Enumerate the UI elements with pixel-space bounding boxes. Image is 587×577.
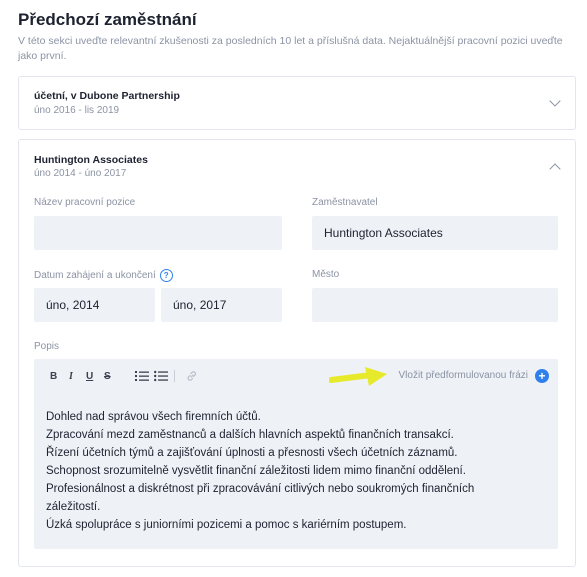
description-label: Popis (34, 341, 60, 352)
job-title: účetní, v Dubone Partnership (34, 90, 180, 102)
city-label: Město (312, 269, 340, 280)
description-text[interactable]: Dohled nad správou všech firemních účtů.… (46, 408, 474, 534)
employer-label: Zaměstnavatel (312, 197, 378, 208)
end-date-input[interactable]: úno, 2017 (161, 288, 282, 322)
description-line: Úzká spolupráce s juniorními pozicemi a … (46, 519, 407, 531)
position-label: Název pracovní pozice (34, 197, 136, 208)
insert-phrase-link[interactable]: Vložit předformulovanou frázi (398, 370, 528, 381)
underline-button[interactable]: U (86, 371, 93, 382)
description-line: Řízení účetních týmů a zajišťování úplno… (46, 447, 458, 459)
job-dates: úno 2014 - úno 2017 (34, 168, 127, 179)
job-card-expanded: Huntington Associates úno 2014 - úno 201… (18, 139, 576, 567)
position-input[interactable] (34, 216, 282, 250)
city-input[interactable] (312, 288, 558, 322)
section-title: Předchozí zaměstnání (18, 10, 197, 29)
chevron-down-icon[interactable] (549, 95, 561, 107)
link-icon[interactable] (186, 370, 198, 382)
strikethrough-button[interactable]: S (104, 371, 111, 382)
description-line: Profesionálnost a diskrétnost při zpraco… (46, 483, 475, 495)
bold-button[interactable]: B (50, 371, 57, 382)
toolbar-divider (174, 370, 175, 382)
help-icon[interactable]: ? (159, 269, 173, 282)
bullet-list-icon[interactable] (154, 370, 168, 382)
job-card-collapsed[interactable]: účetní, v Dubone Partnership úno 2016 - … (18, 76, 576, 130)
description-line: záležitostí. (46, 501, 101, 513)
dates-label-text: Datum zahájení a ukončení (34, 270, 156, 282)
description-line: Schopnost srozumitelně vysvětlit finančn… (46, 465, 466, 477)
job-dates: úno 2016 - lis 2019 (34, 105, 120, 116)
dates-label: Datum zahájení a ukončení? (34, 269, 173, 282)
numbered-list-icon[interactable] (135, 370, 149, 382)
description-editor[interactable]: B I U S Vložit předformulovanou frázi + … (34, 359, 558, 549)
employer-input[interactable]: Huntington Associates (312, 216, 558, 250)
description-line: Zpracování mezd zaměstnanců a dalších hl… (46, 429, 454, 441)
start-date-input[interactable]: úno, 2014 (34, 288, 155, 322)
plus-circle-icon[interactable]: + (535, 369, 549, 383)
description-line: Dohled nad správou všech firemních účtů. (46, 411, 261, 423)
section-subtitle: V této sekci uveďte relevantní zkušenost… (18, 35, 563, 62)
arrow-annotation (329, 367, 387, 386)
chevron-up-icon[interactable] (549, 163, 561, 175)
italic-button[interactable]: I (69, 371, 73, 382)
job-title: Huntington Associates (34, 154, 148, 166)
